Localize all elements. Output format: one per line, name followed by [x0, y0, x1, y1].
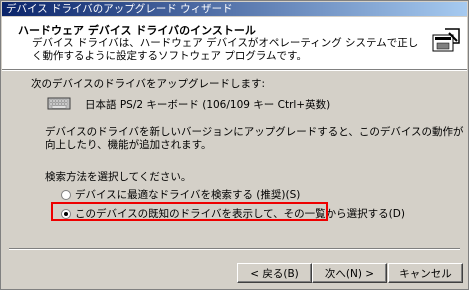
info-text: デバイスのドライバを新しいバージョンにアップグレードすると、このデバイスの動作が…: [45, 126, 464, 151]
header-description: デバイス ドライバは、ハードウェア デバイスがオペレーティング システムで正しく…: [32, 37, 419, 62]
radio-label: デバイスに最適なドライバを検索する (推奨)(S): [75, 189, 301, 201]
header-title: ハードウェア デバイス ドライバのインストール: [18, 24, 256, 37]
upgrade-label: 次のデバイスのドライバをアップグレードします:: [31, 78, 266, 90]
device-name: 日本語 PS/2 キーボード (106/109 キー Ctrl+英数): [85, 99, 331, 111]
header-separator: [2, 70, 467, 71]
footer-separator-light: [9, 249, 460, 250]
back-button[interactable]: < 戻る(B): [237, 263, 312, 283]
title-bar: デバイス ドライバのアップグレード ウィザード: [2, 2, 467, 16]
radio-search-best[interactable]: デバイスに最適なドライバを検索する (推奨)(S): [61, 187, 300, 202]
hardware-install-icon: [432, 28, 460, 52]
wizard-window: デバイス ドライバのアップグレード ウィザード ハードウェア デバイス ドライバ…: [0, 0, 469, 290]
keyboard-icon: [47, 97, 71, 110]
wizard-header: ハードウェア デバイス ドライバのインストール デバイス ドライバは、ハードウェ…: [2, 17, 467, 70]
method-label: 検索方法を選択してください。: [45, 171, 192, 183]
highlight-box: [51, 202, 328, 221]
radio-button[interactable]: [61, 189, 71, 200]
next-button[interactable]: 次へ(N) >: [312, 263, 387, 283]
cancel-button[interactable]: キャンセル: [388, 263, 463, 283]
